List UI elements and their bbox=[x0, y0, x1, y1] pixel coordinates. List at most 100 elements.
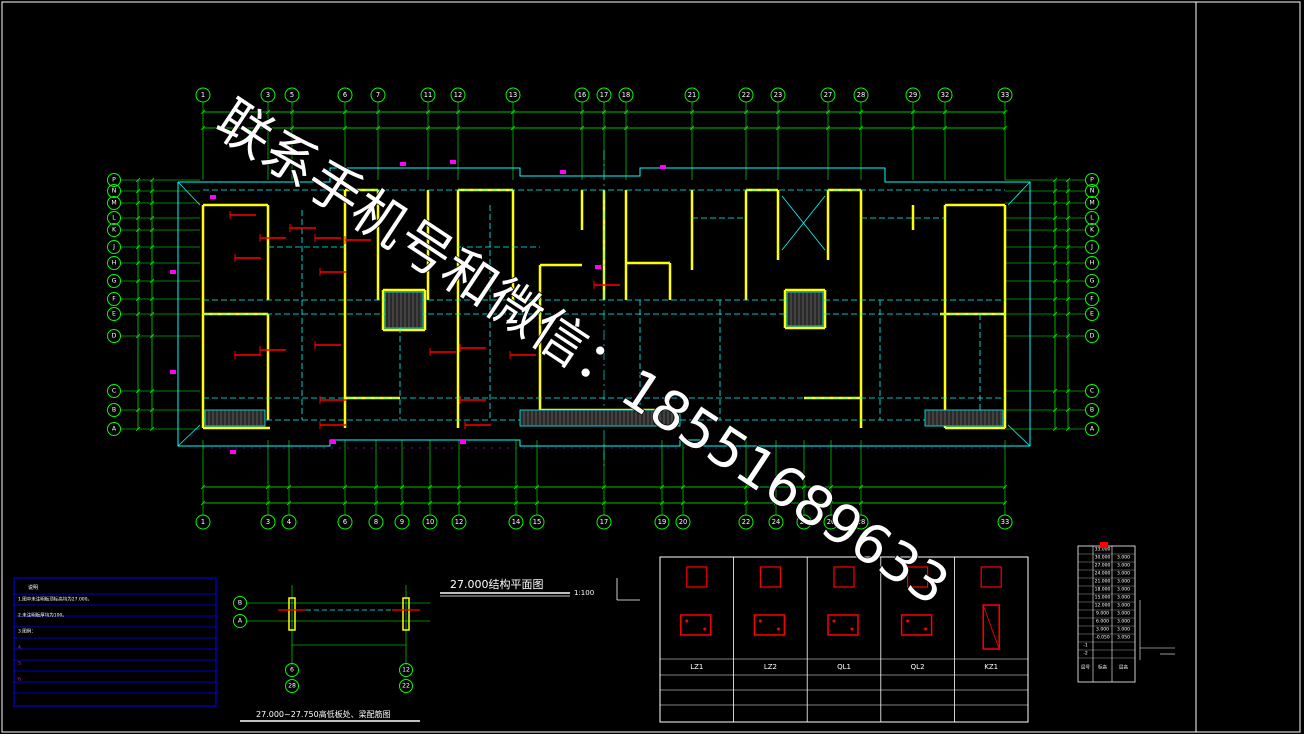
level-cell: 3.050 bbox=[1117, 635, 1130, 641]
top-axis-16: 16 bbox=[574, 87, 590, 103]
level-table-header: 层号 bbox=[1081, 665, 1090, 671]
top-axis-22: 22 bbox=[738, 87, 754, 103]
top-axis-11: 11 bbox=[420, 87, 436, 103]
bottom-axis-19: 19 bbox=[654, 514, 670, 530]
bottom-axis-6: 6 bbox=[337, 514, 353, 530]
bottom-axis-26: 26 bbox=[823, 514, 839, 530]
bottom-axis-14: 14 bbox=[508, 514, 524, 530]
top-axis-27: 27 bbox=[820, 87, 836, 103]
outline-corner bbox=[177, 181, 201, 206]
rebar-mark bbox=[429, 348, 456, 356]
axis-bubble-label: 5 bbox=[290, 91, 294, 99]
top-axis-12: 12 bbox=[450, 87, 466, 103]
note-line: 3.图例： bbox=[18, 628, 36, 635]
level-cell: 3.000 bbox=[1117, 611, 1130, 617]
annotation-mark bbox=[460, 440, 466, 444]
axis-bubble-label: P bbox=[112, 177, 116, 184]
level-cell: 9.000 bbox=[1096, 611, 1109, 617]
right-axis-B: B bbox=[1085, 403, 1099, 417]
axis-bubble-label: A bbox=[112, 426, 117, 433]
right-axis-H: H bbox=[1085, 256, 1099, 270]
detail-axis-B: B bbox=[233, 596, 247, 610]
detail-drawing: B A 6 28 12 22 bbox=[233, 585, 430, 693]
axis-bubble-label: F bbox=[1090, 296, 1094, 303]
axis-bubble-label: J bbox=[1090, 244, 1093, 251]
level-cell: 15.000 bbox=[1095, 595, 1111, 601]
axis-bubble-label: 20 bbox=[679, 518, 687, 526]
section-label-LZ2: LZ2 bbox=[764, 663, 777, 671]
axis-bubble-label: 33 bbox=[1001, 91, 1009, 99]
level-cell: -1 bbox=[1083, 643, 1088, 649]
left-axis-K: K bbox=[107, 223, 121, 237]
level-cell: 30.000 bbox=[1095, 555, 1111, 561]
axis-bubble-label: 9 bbox=[400, 518, 404, 526]
left-axis-H: H bbox=[107, 256, 121, 270]
rebar-mark bbox=[234, 254, 261, 262]
note-line: 2.未注明板厚均为100。 bbox=[18, 612, 67, 619]
axis-bubble-label: M bbox=[1089, 200, 1094, 207]
axis-bubble-label: D bbox=[112, 333, 117, 340]
right-axis-K: K bbox=[1085, 223, 1099, 237]
annotation-mark bbox=[660, 165, 666, 169]
axis-bubble-label: 11 bbox=[424, 91, 432, 99]
right-axis-C: C bbox=[1085, 384, 1099, 398]
bottom-axis-4: 4 bbox=[281, 514, 297, 530]
axis-bubble-label: 18 bbox=[622, 91, 630, 99]
hatch-rect bbox=[204, 409, 266, 427]
axis-bubble-label: 6 bbox=[343, 91, 347, 99]
axis-bubble-label: H bbox=[112, 260, 117, 267]
top-axis-1: 1 bbox=[195, 87, 211, 103]
outline-corner bbox=[1007, 181, 1031, 206]
outline-corner bbox=[1007, 424, 1031, 447]
annotation-mark bbox=[450, 160, 456, 164]
outline-corner bbox=[177, 424, 201, 447]
note-line: 1.图中未注明板顶标高均为27.000。 bbox=[18, 596, 92, 603]
top-axis-17: 17 bbox=[596, 87, 612, 103]
axis-bubble-label: B bbox=[1090, 407, 1094, 414]
top-axis-18: 18 bbox=[618, 87, 634, 103]
bottom-axis-25: 25 bbox=[796, 514, 812, 530]
plan-title: 27.000结构平面图 bbox=[450, 577, 544, 591]
annotation-mark bbox=[170, 270, 176, 274]
bottom-axis-bubbles: 1 3 4 6 8 9 10 12 14 15 17 19 20 22 24 25 26 28 33 bbox=[195, 514, 1013, 530]
note-line: 6. bbox=[18, 677, 22, 683]
axis-bubble-label: G bbox=[1090, 278, 1095, 285]
rebar-mark bbox=[314, 234, 341, 242]
column-section-table: LZ1 LZ2 QL1 QL2 KZ1 bbox=[659, 556, 1029, 723]
section-key-plan bbox=[906, 566, 929, 588]
axis-bubble-label: 32 bbox=[941, 91, 949, 99]
axis-bubble-label: 28 bbox=[288, 683, 296, 690]
section-shape bbox=[900, 614, 933, 636]
right-axis-bubbles: PNM LK J H G F E D C B A bbox=[1085, 173, 1099, 436]
bottom-axis-15: 15 bbox=[529, 514, 545, 530]
rebar-mark bbox=[464, 421, 491, 429]
axis-bubble-label: J bbox=[112, 244, 115, 251]
axis-bubble-label: 17 bbox=[600, 518, 608, 526]
axis-bubble-label: 6 bbox=[290, 667, 294, 674]
section-bar bbox=[685, 619, 689, 623]
axis-bubble-label: B bbox=[112, 407, 116, 414]
axis-bubble-label: 22 bbox=[742, 518, 750, 526]
axis-bubble-label: 27 bbox=[824, 91, 832, 99]
rebar-mark bbox=[459, 396, 486, 404]
hatch-area bbox=[519, 409, 681, 427]
axis-bubble-label: 12 bbox=[454, 91, 462, 99]
axis-bubble-label: 8 bbox=[374, 518, 378, 526]
axis-bubble-label: 6 bbox=[343, 518, 347, 526]
bottom-axis-1: 1 bbox=[195, 514, 211, 530]
axis-bubble-label: C bbox=[112, 388, 116, 395]
notes-panel: 说明 1.图中未注明板顶标高均为27.000。 2.未注明板厚均为100。 3.图例… bbox=[13, 577, 217, 707]
plan-scale: 1:100 bbox=[574, 589, 594, 597]
level-cell: 3.000 bbox=[1117, 587, 1130, 593]
section-label-KZ1: KZ1 bbox=[984, 663, 998, 671]
axis-bubble-label: 33 bbox=[1001, 518, 1009, 526]
top-axis-3: 3 bbox=[260, 87, 276, 103]
level-cell: 24.000 bbox=[1095, 571, 1111, 577]
left-axis-C: C bbox=[107, 384, 121, 398]
axis-bubble-label: F bbox=[112, 296, 116, 303]
axis-bubble-label: A bbox=[238, 618, 243, 625]
axis-bubble-label: 28 bbox=[857, 91, 865, 99]
axis-bubble-label: 7 bbox=[376, 91, 380, 99]
axis-bubble-label: 10 bbox=[426, 518, 434, 526]
floor-level-table: 33.00030.000 3.00027.000 3.00024.000 3.0002… bbox=[1077, 542, 1175, 683]
